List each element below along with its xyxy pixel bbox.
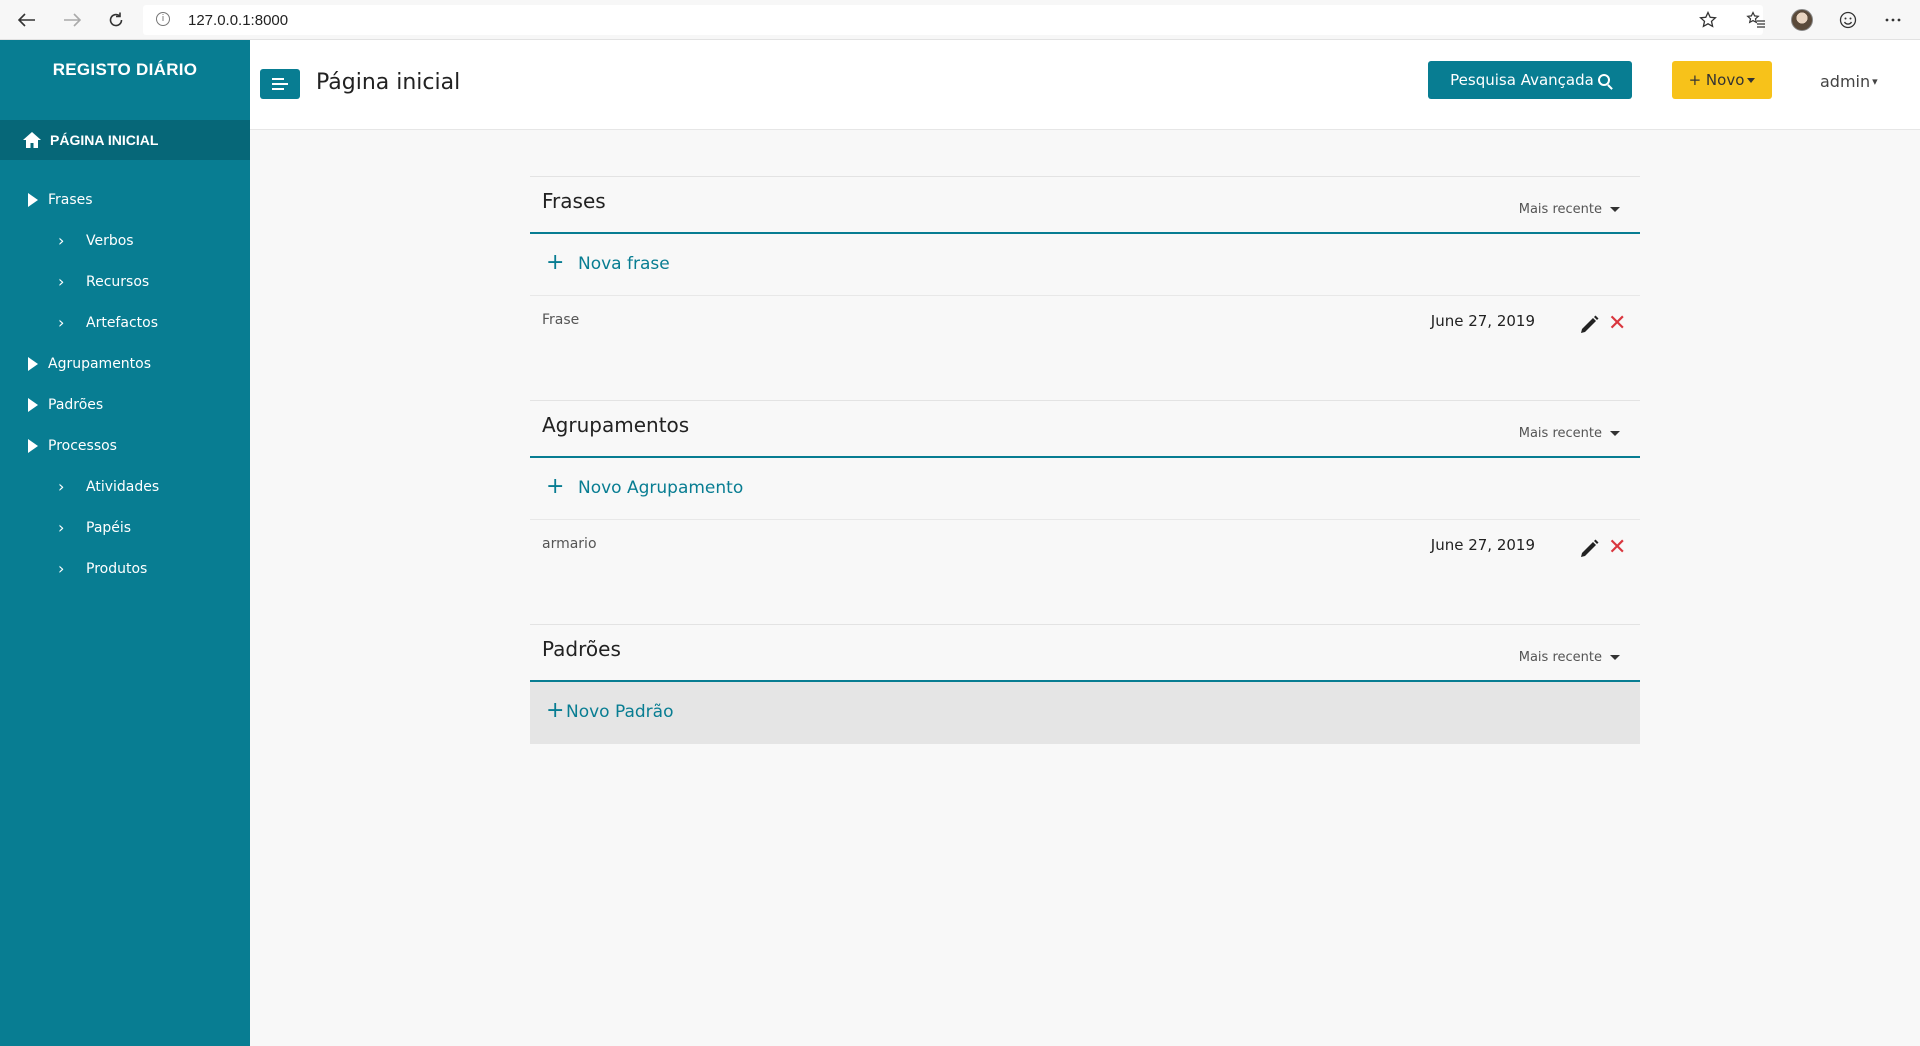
sort-dropdown[interactable]: Mais recente: [1519, 202, 1620, 217]
user-menu[interactable]: admin ▾: [1820, 72, 1878, 91]
info-icon[interactable]: i: [156, 12, 170, 26]
sort-dropdown[interactable]: Mais recente: [1519, 426, 1620, 441]
favorites-icon[interactable]: [1744, 8, 1768, 32]
sort-label: Mais recente: [1518, 426, 1602, 441]
star-icon[interactable]: [1696, 8, 1720, 32]
sidebar-item-label: Recursos: [86, 274, 150, 290]
sort-label: Mais recente: [1518, 202, 1602, 217]
sidebar-item-produtos[interactable]: › Produtos: [58, 557, 147, 581]
item-name[interactable]: Frase: [542, 312, 579, 328]
address-bar[interactable]: i 127.0.0.1:8000: [143, 5, 1763, 35]
sidebar-item-label: Frases: [48, 192, 93, 208]
section-header: Frases Mais recente: [530, 176, 1640, 234]
sidebar: REGISTO DIÁRIO PÁGINA INICIAL Frases › V…: [0, 40, 250, 1046]
new-dropdown-button[interactable]: + Novo: [1672, 61, 1772, 99]
pencil-icon[interactable]: [1578, 538, 1600, 560]
profile-avatar[interactable]: [1790, 8, 1814, 32]
chevron-right-icon: ›: [58, 559, 65, 578]
new-button-label: + Novo: [1688, 71, 1745, 89]
back-arrow-icon[interactable]: [15, 8, 39, 32]
sidebar-item-verbos[interactable]: › Verbos: [58, 229, 134, 253]
caret-down-icon: [1610, 431, 1620, 436]
chevron-right-icon: ›: [58, 518, 65, 537]
sidebar-item-atividades[interactable]: › Atividades: [58, 475, 159, 499]
emoji-icon[interactable]: [1836, 8, 1860, 32]
pencil-icon[interactable]: [1578, 314, 1600, 336]
item-date: June 27, 2019: [1430, 536, 1535, 554]
url-text: 127.0.0.1:8000: [188, 12, 289, 29]
menu-toggle-button[interactable]: [260, 69, 300, 99]
more-icon[interactable]: [1881, 8, 1905, 32]
sidebar-item-home[interactable]: PÁGINA INICIAL: [0, 120, 250, 160]
reload-icon[interactable]: [104, 8, 128, 32]
chevron-down-icon: ▾: [1872, 75, 1878, 88]
sidebar-item-processos[interactable]: Processos: [28, 434, 117, 458]
sidebar-item-label: Produtos: [86, 561, 148, 577]
chevron-right-icon: ›: [58, 477, 65, 496]
item-name[interactable]: armario: [542, 536, 597, 552]
sidebar-item-label: PÁGINA INICIAL: [50, 132, 159, 148]
chevron-right-icon: ›: [58, 231, 65, 250]
chevron-right-icon: ›: [58, 272, 65, 291]
brand-title[interactable]: REGISTO DIÁRIO: [0, 60, 250, 80]
home-icon: [23, 132, 41, 148]
caret-down-icon: [1610, 655, 1620, 660]
sidebar-item-label: Agrupamentos: [48, 356, 152, 372]
browser-toolbar: i 127.0.0.1:8000: [0, 0, 1920, 40]
add-padrao-button[interactable]: + Novo Padrão: [530, 682, 1640, 744]
list-item: Frase June 27, 2019 ✕: [530, 296, 1640, 396]
advanced-search-button[interactable]: Pesquisa Avançada: [1428, 61, 1632, 99]
sidebar-item-label: Atividades: [86, 479, 160, 495]
sidebar-item-frases[interactable]: Frases: [28, 188, 93, 212]
add-label: Novo Agrupamento: [578, 478, 744, 498]
sidebar-item-label: Padrões: [48, 397, 104, 413]
section-header: Agrupamentos Mais recente: [530, 400, 1640, 458]
section-agrupamentos: Agrupamentos Mais recente + Novo Agrupam…: [530, 400, 1640, 620]
sidebar-item-label: Processos: [48, 438, 117, 454]
close-icon[interactable]: ✕: [1608, 537, 1626, 559]
section-title: Frases: [542, 189, 606, 213]
user-name: admin: [1820, 72, 1871, 91]
plus-icon: +: [546, 474, 565, 499]
plus-icon: +: [546, 698, 565, 723]
sort-label: Mais recente: [1518, 650, 1602, 665]
sidebar-item-agrupamentos[interactable]: Agrupamentos: [28, 352, 151, 376]
add-label: Novo Padrão: [566, 702, 674, 722]
caret-down-icon: [1747, 77, 1756, 83]
plus-icon: +: [546, 250, 565, 275]
section-padroes: Padrões Mais recente + Novo Padrão: [530, 624, 1640, 744]
item-date: June 27, 2019: [1430, 312, 1535, 330]
section-frases: Frases Mais recente + Nova frase Frase J…: [530, 176, 1640, 396]
caret-down-icon: [1610, 207, 1620, 212]
sidebar-item-padroes[interactable]: Padrões: [28, 393, 103, 417]
add-frase-button[interactable]: + Nova frase: [530, 234, 1640, 296]
caret-right-icon: [28, 398, 38, 412]
add-agrupamento-button[interactable]: + Novo Agrupamento: [530, 458, 1640, 520]
page-title: Página inicial: [316, 70, 461, 95]
section-title: Padrões: [542, 637, 621, 661]
sidebar-item-label: Verbos: [86, 233, 134, 249]
search-icon: [1597, 74, 1610, 86]
caret-right-icon: [28, 439, 38, 453]
sidebar-item-artefactos[interactable]: › Artefactos: [58, 311, 158, 335]
sidebar-item-label: Artefactos: [86, 315, 158, 331]
section-header: Padrões Mais recente: [530, 624, 1640, 682]
section-title: Agrupamentos: [542, 413, 690, 437]
list-item: armario June 27, 2019 ✕: [530, 520, 1640, 620]
chevron-right-icon: ›: [58, 313, 65, 332]
forward-arrow-icon[interactable]: [60, 8, 84, 32]
top-header: Página inicial Pesquisa Avançada + Novo …: [250, 40, 1920, 130]
sort-dropdown[interactable]: Mais recente: [1519, 650, 1620, 665]
sidebar-item-label: Papéis: [86, 520, 132, 536]
sidebar-item-papeis[interactable]: › Papéis: [58, 516, 131, 540]
add-label: Nova frase: [578, 254, 670, 274]
caret-right-icon: [28, 193, 38, 207]
close-icon[interactable]: ✕: [1608, 313, 1626, 335]
sidebar-item-recursos[interactable]: › Recursos: [58, 270, 149, 294]
advanced-search-label: Pesquisa Avançada: [1450, 71, 1594, 89]
caret-right-icon: [28, 357, 38, 371]
